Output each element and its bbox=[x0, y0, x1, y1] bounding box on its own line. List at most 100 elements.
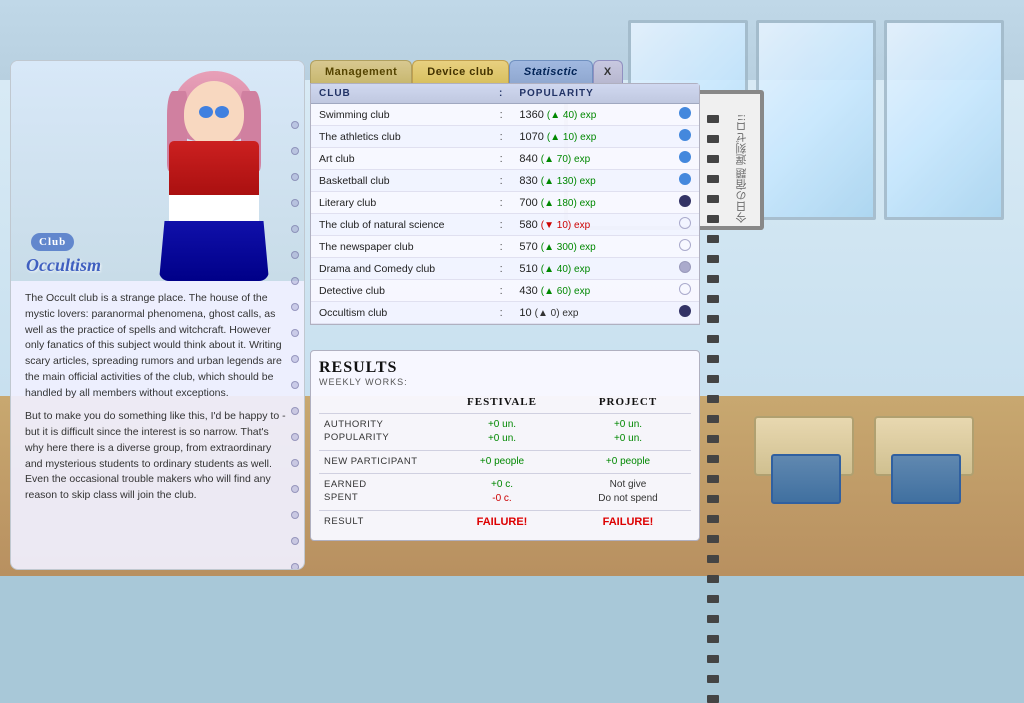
sidebar-bar-21[interactable] bbox=[707, 515, 719, 523]
club-sep-cell: : bbox=[491, 280, 511, 302]
sidebar-bar-9[interactable] bbox=[707, 275, 719, 283]
sidebar-bar-27[interactable] bbox=[707, 635, 719, 643]
club-indicator-cell bbox=[671, 104, 699, 126]
table-row[interactable]: The club of natural science : 580 (▼ 10)… bbox=[311, 214, 699, 236]
club-sep-cell: : bbox=[491, 148, 511, 170]
scroll-dot-2[interactable] bbox=[291, 147, 299, 155]
scroll-dot-7[interactable] bbox=[291, 277, 299, 285]
scroll-dot-15[interactable] bbox=[291, 485, 299, 493]
sidebar-bar-19[interactable] bbox=[707, 475, 719, 483]
scroll-dot-1[interactable] bbox=[291, 121, 299, 129]
scroll-dot-11[interactable] bbox=[291, 381, 299, 389]
sidebar-bar-8[interactable] bbox=[707, 255, 719, 263]
club-indicator-cell bbox=[671, 214, 699, 236]
sidebar-bar-1[interactable] bbox=[707, 115, 719, 123]
scroll-dot-18[interactable] bbox=[291, 563, 299, 570]
club-sep-cell: : bbox=[491, 214, 511, 236]
club-indicator-cell bbox=[671, 280, 699, 302]
scroll-dot-5[interactable] bbox=[291, 225, 299, 233]
table-container: Club : Popularity Swimming club : 1360 (… bbox=[310, 83, 700, 325]
rg-divider-2 bbox=[319, 450, 691, 451]
table-row[interactable]: The newspaper club : 570 (▲ 300) exp bbox=[311, 236, 699, 258]
scroll-dot-10[interactable] bbox=[291, 355, 299, 363]
sidebar-bar-18[interactable] bbox=[707, 455, 719, 463]
table-row[interactable]: Drama and Comedy club : 510 (▲ 40) exp bbox=[311, 258, 699, 280]
rg-divider-3 bbox=[319, 473, 691, 474]
col-header-indicator bbox=[671, 84, 699, 104]
sidebar-bar-2[interactable] bbox=[707, 135, 719, 143]
scroll-dot-4[interactable] bbox=[291, 199, 299, 207]
tab-management[interactable]: Management bbox=[310, 60, 412, 83]
scroll-dot-6[interactable] bbox=[291, 251, 299, 259]
club-indicator-cell bbox=[671, 148, 699, 170]
scroll-dot-12[interactable] bbox=[291, 407, 299, 415]
club-indicator-cell bbox=[671, 258, 699, 280]
table-row[interactable]: Literary club : 700 (▲ 180) exp bbox=[311, 192, 699, 214]
right-panel: Management Device club Statisctic X Club… bbox=[310, 60, 700, 325]
table-row[interactable]: Swimming club : 1360 (▲ 40) exp bbox=[311, 104, 699, 126]
table-row[interactable]: Art club : 840 (▲ 70) exp bbox=[311, 148, 699, 170]
sidebar-bar-12[interactable] bbox=[707, 335, 719, 343]
character-area: Club Occultism bbox=[11, 61, 304, 281]
tab-device-club[interactable]: Device club bbox=[412, 60, 509, 83]
club-sep-cell: : bbox=[491, 236, 511, 258]
scroll-dot-8[interactable] bbox=[291, 303, 299, 311]
scroll-indicators bbox=[291, 121, 299, 570]
scroll-dot-13[interactable] bbox=[291, 433, 299, 441]
sidebar-bar-5[interactable] bbox=[707, 195, 719, 203]
club-pop-cell: 570 (▲ 300) exp bbox=[511, 236, 671, 258]
clubs-table: Club : Popularity Swimming club : 1360 (… bbox=[311, 84, 699, 324]
sidebar-bar-14[interactable] bbox=[707, 375, 719, 383]
sidebar-bar-6[interactable] bbox=[707, 215, 719, 223]
sidebar-bar-23[interactable] bbox=[707, 555, 719, 563]
char-torso bbox=[169, 141, 259, 231]
results-grid: Festivale Project AuthorityPopularity +0… bbox=[319, 393, 691, 532]
club-pop-cell: 830 (▲ 130) exp bbox=[511, 170, 671, 192]
table-row[interactable]: Detective club : 430 (▲ 60) exp bbox=[311, 280, 699, 302]
sidebar-bar-4[interactable] bbox=[707, 175, 719, 183]
sidebar-bar-22[interactable] bbox=[707, 535, 719, 543]
sidebar-bar-13[interactable] bbox=[707, 355, 719, 363]
sidebar-bar-11[interactable] bbox=[707, 315, 719, 323]
club-sep-cell: : bbox=[491, 258, 511, 280]
scroll-dot-14[interactable] bbox=[291, 459, 299, 467]
club-badge: Club bbox=[31, 233, 74, 251]
sidebar-bar-17[interactable] bbox=[707, 435, 719, 443]
club-sep-cell: : bbox=[491, 170, 511, 192]
club-name-cell: Basketball club bbox=[311, 170, 491, 192]
table-row[interactable]: Basketball club : 830 (▲ 130) exp bbox=[311, 170, 699, 192]
sidebar-bar-10[interactable] bbox=[707, 295, 719, 303]
sidebar-bar-26[interactable] bbox=[707, 615, 719, 623]
window-pane-2 bbox=[756, 20, 876, 220]
sidebar-bar-7[interactable] bbox=[707, 235, 719, 243]
scroll-dot-16[interactable] bbox=[291, 511, 299, 519]
sidebar-bar-16[interactable] bbox=[707, 415, 719, 423]
sidebar-bar-30[interactable] bbox=[707, 695, 719, 703]
scroll-dot-17[interactable] bbox=[291, 537, 299, 545]
scroll-dot-3[interactable] bbox=[291, 173, 299, 181]
club-pop-cell: 840 (▲ 70) exp bbox=[511, 148, 671, 170]
rg-label-authority: AuthorityPopularity bbox=[319, 416, 439, 448]
rg-project-header: Project bbox=[565, 393, 691, 411]
scroll-dot-9[interactable] bbox=[291, 329, 299, 337]
results-weekly-label: Weekly works: bbox=[319, 377, 691, 387]
rg-label-earned: EarnedSpent bbox=[319, 476, 439, 508]
club-sep-cell: : bbox=[491, 126, 511, 148]
rg-project-earned: Not giveDo not spend bbox=[565, 476, 691, 508]
rg-project-result: FAILURE! bbox=[565, 513, 691, 532]
sidebar-bar-20[interactable] bbox=[707, 495, 719, 503]
tab-close[interactable]: X bbox=[593, 60, 623, 83]
sidebar-bar-28[interactable] bbox=[707, 655, 719, 663]
tab-statistic[interactable]: Statisctic bbox=[509, 60, 593, 83]
desk-1 bbox=[754, 416, 854, 476]
sidebar-bar-29[interactable] bbox=[707, 675, 719, 683]
results-title: Results bbox=[319, 359, 397, 377]
sidebar-bar-3[interactable] bbox=[707, 155, 719, 163]
table-row[interactable]: The athletics club : 1070 (▲ 10) exp bbox=[311, 126, 699, 148]
sidebar-bar-15[interactable] bbox=[707, 395, 719, 403]
table-row[interactable]: Occultism club : 10 (▲ 0) exp bbox=[311, 302, 699, 324]
sidebar-bar-24[interactable] bbox=[707, 575, 719, 583]
sidebar-bar-25[interactable] bbox=[707, 595, 719, 603]
char-eye-right bbox=[215, 106, 229, 118]
club-sep-cell: : bbox=[491, 104, 511, 126]
